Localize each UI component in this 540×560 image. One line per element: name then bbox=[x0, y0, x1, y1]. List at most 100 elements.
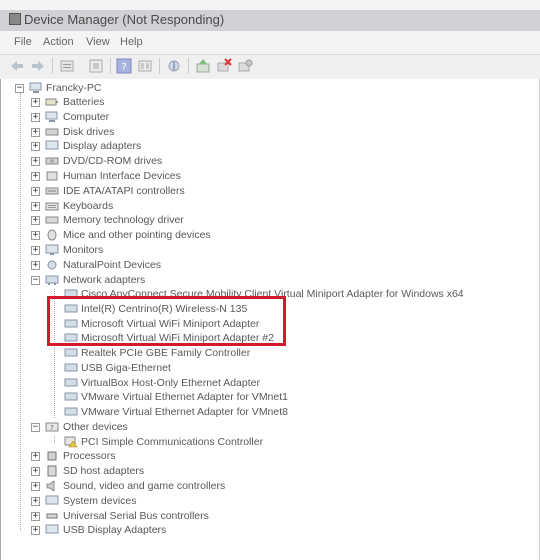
expand-icon[interactable]: + bbox=[31, 202, 40, 211]
help-icon[interactable]: ? bbox=[116, 58, 132, 74]
expand-icon[interactable]: + bbox=[31, 128, 40, 137]
hid-icon bbox=[46, 171, 58, 181]
expand-icon[interactable]: + bbox=[31, 467, 40, 476]
menu-action[interactable]: Action bbox=[43, 36, 74, 48]
network-adapter-icon bbox=[64, 392, 78, 401]
sd-host-icon bbox=[47, 465, 57, 477]
collapse-icon[interactable]: − bbox=[31, 423, 40, 432]
expand-icon[interactable]: + bbox=[31, 482, 40, 491]
category-label: Network adapters bbox=[63, 274, 146, 286]
expand-icon[interactable]: + bbox=[31, 512, 40, 521]
device-label: PCI Simple Communications Controller bbox=[81, 436, 264, 448]
network-adapter-icon bbox=[64, 378, 78, 387]
category-label: Keyboards bbox=[63, 200, 114, 212]
category-label: USB Display Adapters bbox=[63, 524, 167, 536]
category-label: Mice and other pointing devices bbox=[63, 229, 211, 241]
memory-icon bbox=[45, 216, 59, 224]
properties-icon[interactable] bbox=[59, 58, 75, 74]
toolbar bbox=[0, 54, 540, 80]
menu-file[interactable]: File bbox=[14, 36, 32, 48]
tree-line-root bbox=[20, 93, 21, 531]
dvd-drive-icon bbox=[45, 157, 59, 165]
scan-hardware-icon[interactable] bbox=[166, 58, 182, 74]
category-label: Human Interface Devices bbox=[63, 170, 181, 182]
device-label: USB Giga-Ethernet bbox=[81, 362, 171, 374]
collapse-icon[interactable]: − bbox=[15, 84, 24, 93]
device-manager-icon bbox=[9, 13, 21, 25]
category-label: Monitors bbox=[63, 244, 104, 256]
processor-icon bbox=[47, 451, 57, 461]
usb-icon bbox=[46, 513, 58, 519]
toolbar-separator bbox=[159, 58, 160, 74]
menu-view[interactable]: View bbox=[86, 36, 110, 48]
network-adapter-icon bbox=[64, 363, 78, 372]
svg-text:?: ? bbox=[121, 62, 126, 73]
expand-icon[interactable]: + bbox=[31, 497, 40, 506]
sound-icon bbox=[46, 480, 55, 492]
category-label: Other devices bbox=[63, 421, 128, 433]
mouse-icon bbox=[47, 229, 57, 241]
expand-icon[interactable]: + bbox=[31, 157, 40, 166]
menu-help[interactable]: Help bbox=[120, 36, 143, 48]
show-hidden-icon[interactable] bbox=[88, 58, 104, 74]
keyboard-icon bbox=[45, 202, 59, 211]
network-adapter-icon bbox=[45, 275, 59, 285]
expand-icon[interactable]: + bbox=[31, 172, 40, 181]
category-label: Universal Serial Bus controllers bbox=[63, 510, 209, 522]
expand-icon[interactable]: + bbox=[31, 216, 40, 225]
expand-icon[interactable]: + bbox=[31, 113, 40, 122]
network-adapter-icon bbox=[64, 407, 78, 416]
forward-icon[interactable] bbox=[30, 58, 46, 74]
category-label: SD host adapters bbox=[63, 465, 145, 477]
display-adapter-icon bbox=[45, 140, 59, 150]
expand-icon[interactable]: + bbox=[31, 142, 40, 151]
svg-text:?: ? bbox=[50, 424, 54, 432]
warning-device-icon bbox=[64, 436, 78, 448]
highlight-box bbox=[47, 296, 286, 346]
expand-icon[interactable]: + bbox=[31, 98, 40, 107]
category-label: DVD/CD-ROM drives bbox=[63, 155, 163, 167]
device-label: Realtek PCIe GBE Family Controller bbox=[81, 347, 251, 359]
expand-icon[interactable]: + bbox=[31, 231, 40, 240]
category-label: Processors bbox=[63, 450, 116, 462]
computer-icon bbox=[45, 111, 58, 122]
menu-bar: File Action View Help bbox=[0, 31, 540, 54]
disable-icon[interactable] bbox=[237, 58, 253, 74]
collapse-icon[interactable]: − bbox=[31, 276, 40, 285]
expand-icon[interactable]: + bbox=[31, 526, 40, 535]
expand-icon[interactable]: + bbox=[31, 187, 40, 196]
device-label: VirtualBox Host-Only Ethernet Adapter bbox=[81, 377, 260, 389]
category-label: Memory technology driver bbox=[63, 214, 184, 226]
category-label: NaturalPoint Devices bbox=[63, 259, 162, 271]
expand-icon[interactable]: + bbox=[31, 261, 40, 270]
computer-icon bbox=[29, 82, 42, 93]
monitor-icon bbox=[45, 244, 59, 255]
category-label: Computer bbox=[63, 111, 110, 123]
category-label: Sound, video and game controllers bbox=[63, 480, 226, 492]
back-icon[interactable] bbox=[9, 58, 25, 74]
category-label: System devices bbox=[63, 495, 137, 507]
tree-line-other bbox=[54, 436, 55, 443]
category-label: Batteries bbox=[63, 96, 105, 108]
ide-controller-icon bbox=[45, 187, 59, 195]
update-driver-icon[interactable] bbox=[195, 58, 211, 74]
naturalpoint-device-icon bbox=[47, 260, 57, 270]
usb-display-icon bbox=[45, 524, 59, 534]
battery-icon bbox=[45, 98, 58, 106]
category-label: Display adapters bbox=[63, 140, 142, 152]
toolbar-separator bbox=[110, 58, 111, 74]
device-label: VMware Virtual Ethernet Adapter for VMne… bbox=[81, 406, 288, 418]
expand-icon[interactable]: + bbox=[31, 246, 40, 255]
uninstall-icon[interactable] bbox=[216, 58, 232, 74]
category-label: Disk drives bbox=[63, 126, 115, 138]
device-label: VMware Virtual Ethernet Adapter for VMne… bbox=[81, 391, 288, 403]
root-label: Francky-PC bbox=[46, 82, 102, 94]
network-adapter-icon bbox=[64, 348, 78, 357]
other-devices-icon: ? bbox=[45, 422, 59, 432]
action-icon[interactable] bbox=[137, 58, 153, 74]
expand-icon[interactable]: + bbox=[31, 452, 40, 461]
window-title: Device Manager (Not Responding) bbox=[24, 12, 225, 27]
system-devices-icon bbox=[45, 495, 59, 505]
disk-drive-icon bbox=[45, 128, 59, 136]
toolbar-separator bbox=[52, 58, 53, 74]
